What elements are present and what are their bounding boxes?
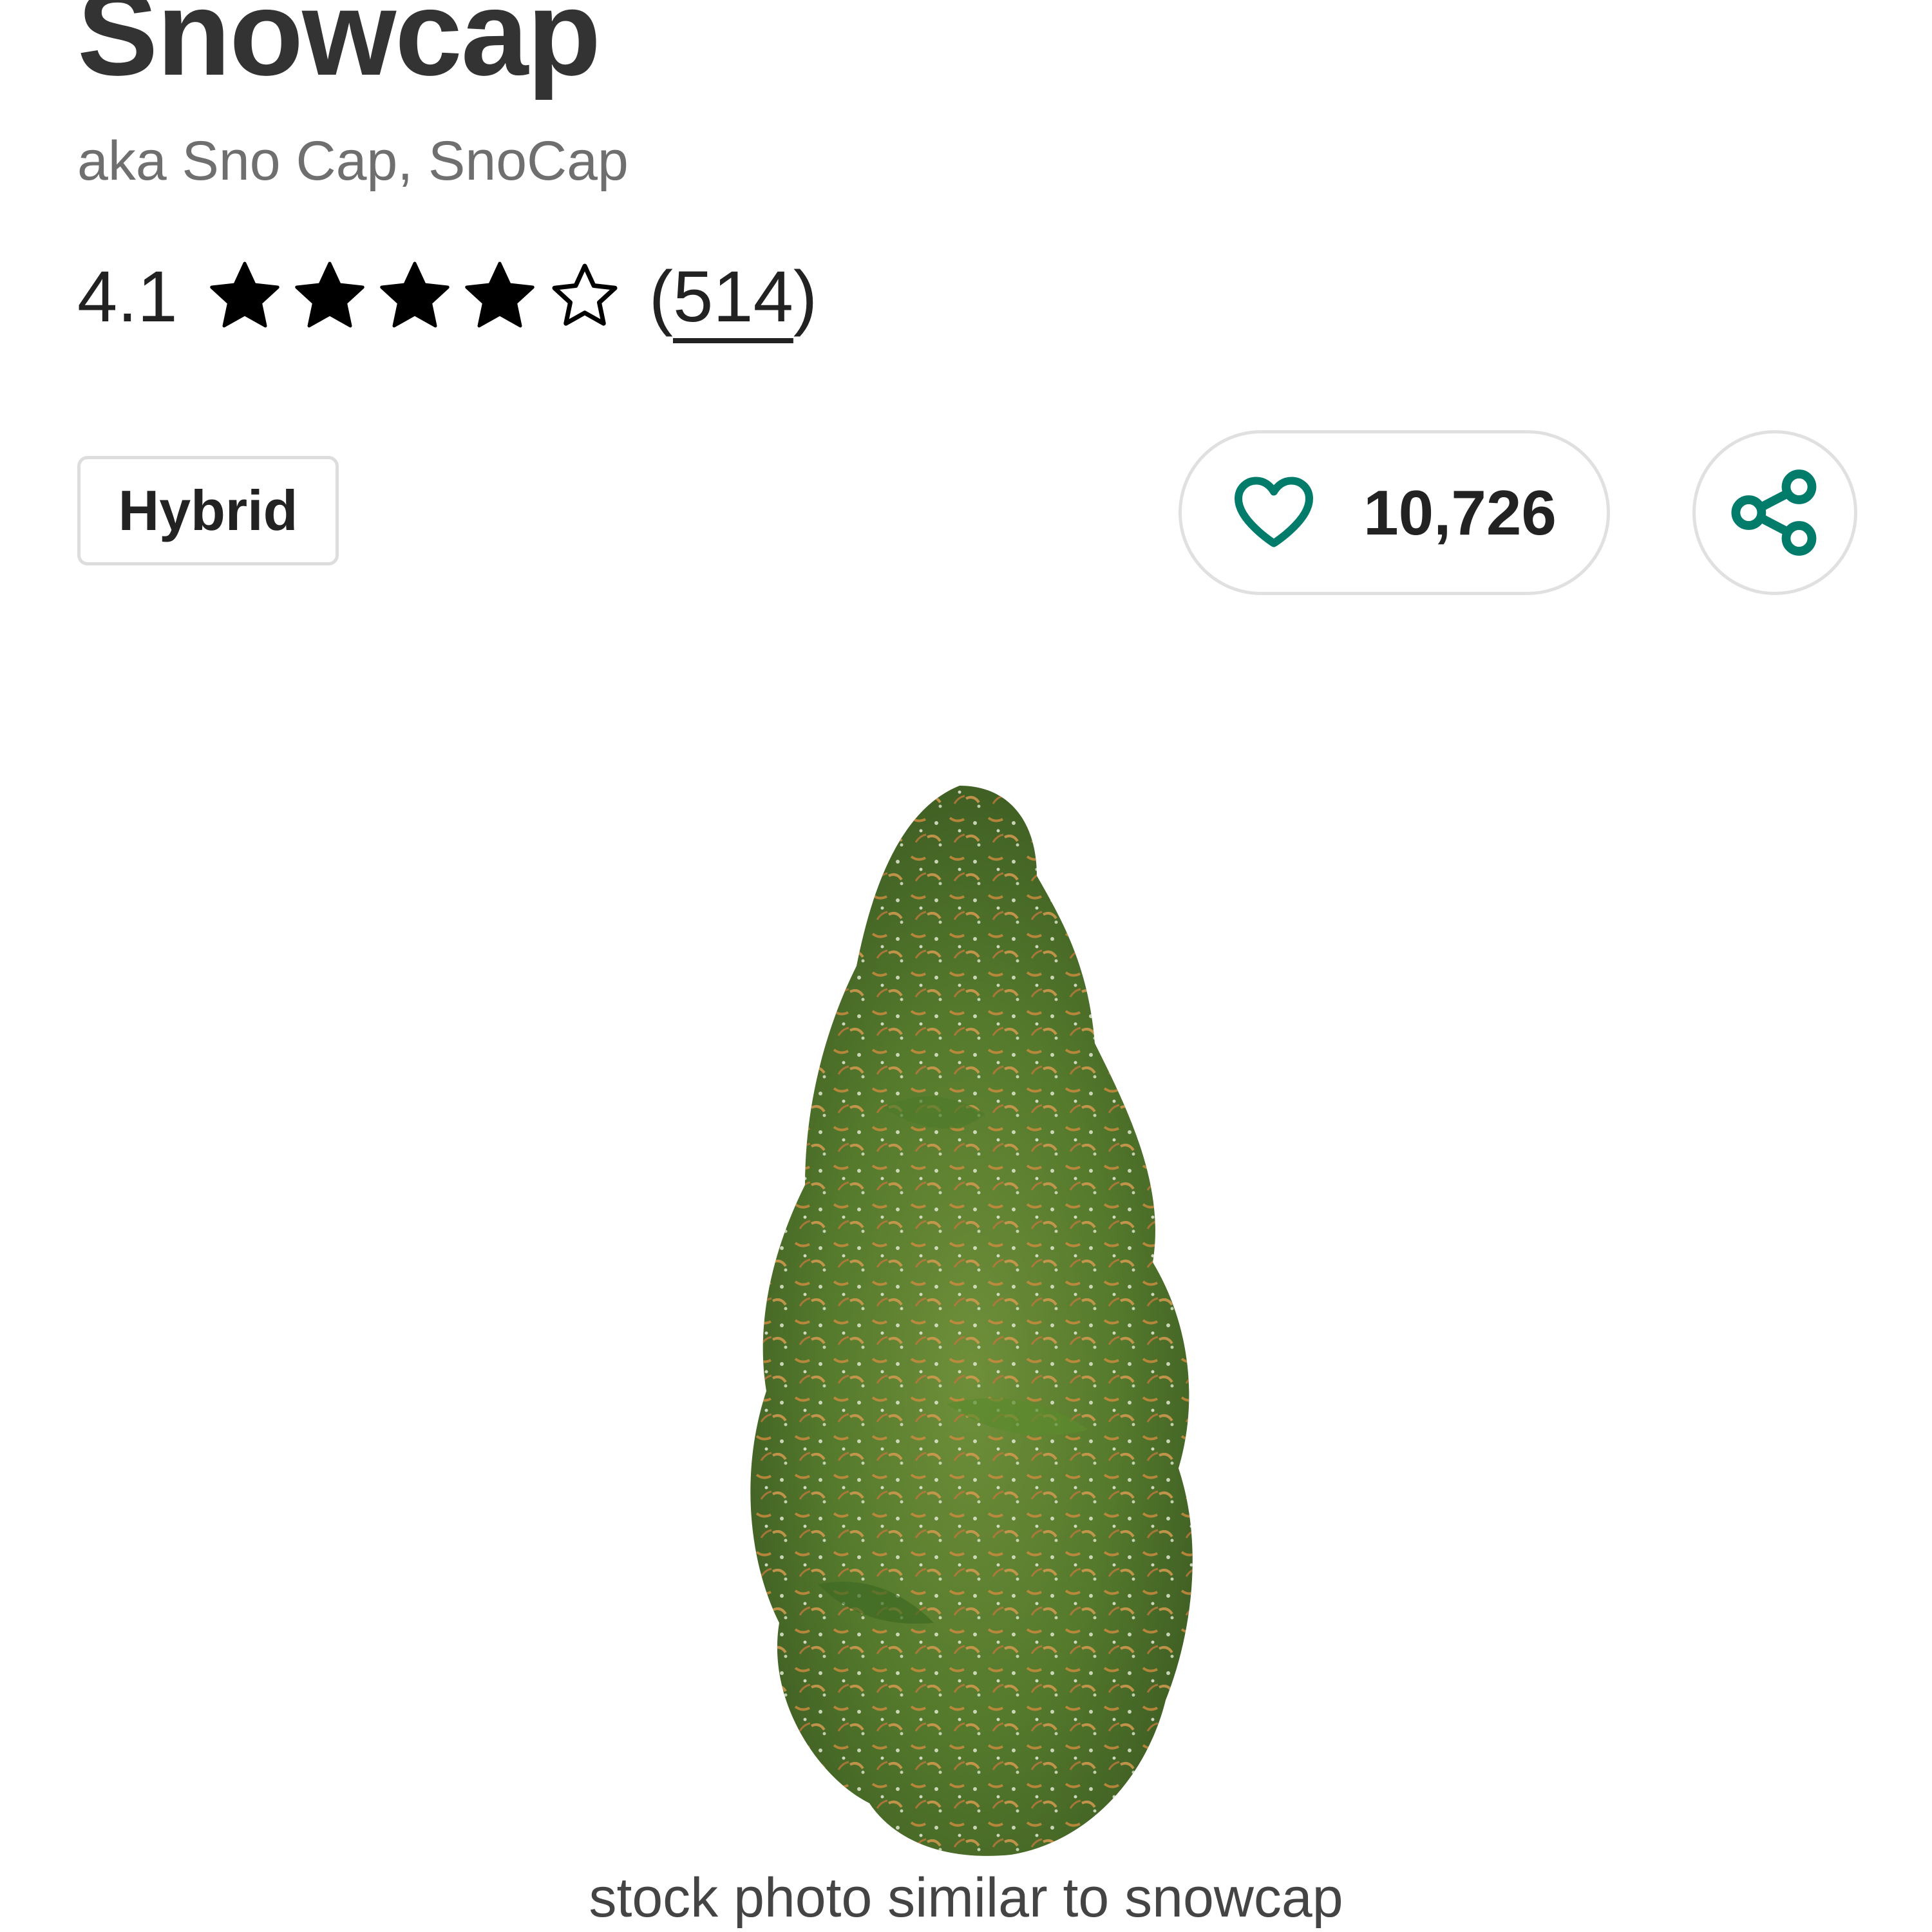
favorite-count: 10,726 <box>1363 477 1557 548</box>
heart-outline-icon <box>1235 477 1314 547</box>
open-paren: ( <box>649 256 673 337</box>
close-paren: ) <box>793 256 818 337</box>
star-filled-icon <box>209 261 279 328</box>
strain-type-badge: Hybrid <box>77 456 339 565</box>
star-empty-icon <box>552 263 618 326</box>
photo-caption: stock photo similar to snowcap <box>589 1867 1343 1929</box>
strain-photo <box>750 786 1193 1856</box>
review-count-link[interactable]: (514) <box>649 255 817 338</box>
rating-row: 4.1 (514) <box>77 254 817 338</box>
star-filled-icon <box>464 261 535 328</box>
strain-aliases: aka Sno Cap, SnoCap <box>77 130 629 192</box>
star-filled-icon <box>379 261 450 328</box>
star-rating <box>206 258 623 335</box>
page-title: Snowcap <box>77 0 601 100</box>
review-count[interactable]: 514 <box>673 255 793 338</box>
rating-value: 4.1 <box>77 256 178 337</box>
share-button[interactable] <box>1692 430 1857 595</box>
favorite-button[interactable]: 10,726 <box>1179 430 1610 595</box>
share-icon <box>1731 469 1817 556</box>
star-filled-icon <box>294 261 365 328</box>
